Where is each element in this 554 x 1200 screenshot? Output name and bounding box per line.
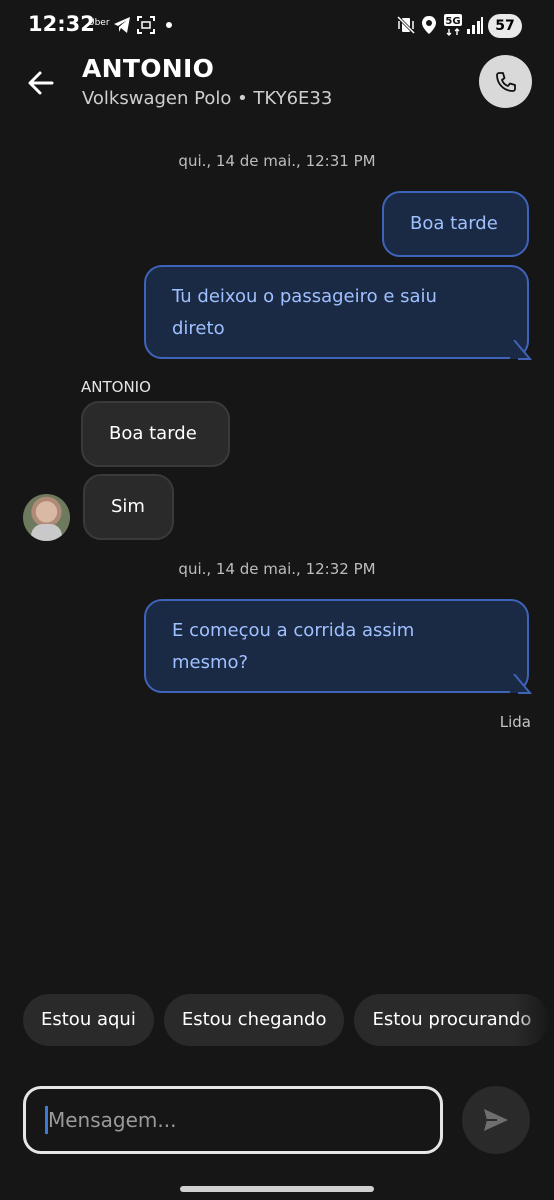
message-text: mesmo?	[172, 652, 249, 673]
send-icon	[484, 1109, 508, 1131]
arrow-left-icon	[28, 71, 54, 95]
5g-icon: 5G	[443, 13, 463, 41]
screenshot-icon	[136, 15, 156, 39]
outgoing-message[interactable]: Boa tarde	[382, 191, 529, 257]
vibrate-mute-icon	[396, 15, 416, 39]
chat-header: ANTONIO Volkswagen Polo • TKY6E33	[0, 52, 554, 124]
text-cursor	[45, 1106, 48, 1134]
outgoing-message[interactable]: Tu deixou o passageiro e saiu direto	[144, 265, 529, 359]
location-icon	[420, 15, 438, 39]
incoming-message[interactable]: Boa tarde	[81, 401, 230, 467]
quick-reply-chip[interactable]: Estou chegando	[163, 994, 345, 1046]
telegram-icon	[112, 15, 132, 39]
message-text: Tu deixou o passageiro e saiu	[172, 286, 437, 307]
message-input[interactable]	[23, 1086, 443, 1154]
message-text: E começou a corrida assim	[172, 620, 415, 641]
contact-name: ANTONIO	[82, 54, 215, 83]
home-indicator[interactable]	[180, 1186, 374, 1192]
vehicle-info: Volkswagen Polo • TKY6E33	[82, 88, 333, 109]
quick-replies: Estou aqui Estou chegando Estou procurando	[23, 994, 554, 1046]
bubble-tail	[510, 340, 532, 360]
status-time: 12:32	[28, 12, 95, 36]
message-text: Boa tarde	[109, 423, 197, 444]
phone-icon	[495, 71, 516, 92]
outgoing-message[interactable]: E começou a corrida assim mesmo?	[144, 599, 529, 693]
chat-timestamp: qui., 14 de mai., 12:32 PM	[178, 560, 376, 578]
svg-text:5G: 5G	[445, 16, 460, 27]
sender-name: ANTONIO	[81, 378, 151, 396]
message-text: direto	[172, 318, 225, 339]
signal-icon	[466, 15, 484, 39]
message-text: Boa tarde	[410, 213, 498, 234]
avatar-shirt	[31, 524, 62, 541]
read-status: Lida	[499, 713, 531, 731]
incoming-message[interactable]: Sim	[83, 474, 174, 540]
back-button[interactable]	[24, 66, 58, 100]
chat-timestamp: qui., 14 de mai., 12:31 PM	[178, 152, 376, 170]
quick-replies-fade	[514, 994, 554, 1046]
status-bar: 12:32 Uber 5G 57	[0, 0, 554, 52]
send-button[interactable]	[462, 1086, 530, 1154]
uber-icon: Uber	[88, 18, 110, 28]
battery-icon: 57	[488, 14, 522, 38]
notification-dot-icon	[166, 22, 172, 28]
call-button[interactable]	[479, 55, 532, 108]
message-text: Sim	[111, 496, 145, 517]
avatar[interactable]	[23, 494, 70, 541]
bubble-tail	[510, 674, 532, 694]
quick-reply-chip[interactable]: Estou aqui	[23, 994, 154, 1046]
